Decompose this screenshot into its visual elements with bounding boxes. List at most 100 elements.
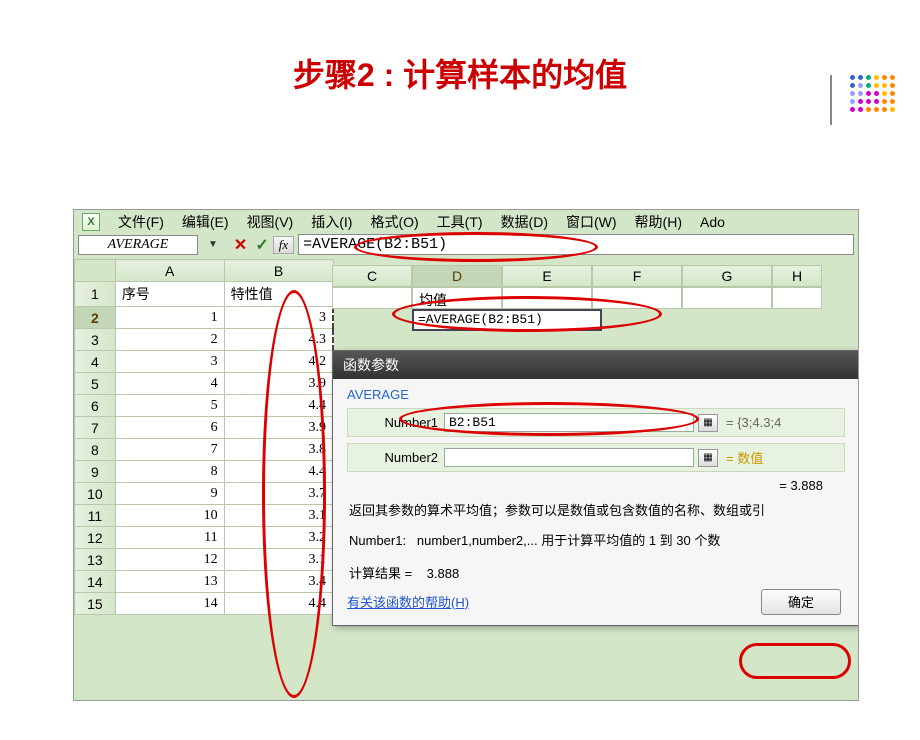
col-header-e[interactable]: E	[502, 265, 592, 287]
cell-b3[interactable]: 4.3	[224, 329, 333, 351]
fx-button[interactable]: fx	[273, 236, 294, 254]
col-headers-right: C D E F G H	[332, 265, 822, 287]
row-header-2[interactable]: 2	[75, 307, 116, 329]
cell-a1[interactable]: 序号	[115, 282, 224, 307]
cell-a4[interactable]: 3	[115, 351, 224, 373]
cell-a11[interactable]: 10	[115, 505, 224, 527]
menu-ado[interactable]: Ado	[700, 214, 725, 230]
row-header-11[interactable]: 11	[75, 505, 116, 527]
cell-h1[interactable]	[772, 287, 822, 309]
excel-window: X 文件(F) 编辑(E) 视图(V) 插入(I) 格式(O) 工具(T) 数据…	[73, 209, 859, 701]
row-header-13[interactable]: 13	[75, 549, 116, 571]
cell-b9[interactable]: 4.4	[224, 461, 333, 483]
formula-bar: AVERAGE ▼ ✕ ✓ fx =AVERAGE(B2:B51)	[74, 234, 858, 259]
menu-data[interactable]: 数据(D)	[501, 212, 548, 232]
arg2-eval: = 数值	[726, 448, 763, 467]
cell-b7[interactable]: 3.9	[224, 417, 333, 439]
row-header-10[interactable]: 10	[75, 483, 116, 505]
cell-a9[interactable]: 8	[115, 461, 224, 483]
cancel-formula-button[interactable]: ✕	[234, 235, 247, 255]
row1-right: 均值	[332, 287, 822, 309]
cell-d2-active[interactable]: =AVERAGE(B2:B51)	[412, 309, 602, 331]
cell-b10[interactable]: 3.7	[224, 483, 333, 505]
menubar: X 文件(F) 编辑(E) 视图(V) 插入(I) 格式(O) 工具(T) 数据…	[74, 210, 858, 234]
cell-a7[interactable]: 6	[115, 417, 224, 439]
row-header-1[interactable]: 1	[75, 282, 116, 307]
cell-b15[interactable]: 4.4	[224, 593, 333, 615]
arg2-label: Number2	[358, 450, 438, 465]
cell-a12[interactable]: 11	[115, 527, 224, 549]
cell-b11[interactable]: 3.1	[224, 505, 333, 527]
col-header-a[interactable]: A	[115, 260, 224, 282]
row-header-12[interactable]: 12	[75, 527, 116, 549]
cell-a15[interactable]: 14	[115, 593, 224, 615]
namebox-dropdown-icon[interactable]: ▼	[208, 239, 218, 250]
accept-formula-button[interactable]: ✓	[255, 235, 268, 255]
cell-b8[interactable]: 3.8	[224, 439, 333, 461]
argdesc-text: number1,number2,... 用于计算平均值的 1 到 30 个数	[417, 533, 720, 548]
dialog-function-name: AVERAGE	[347, 387, 845, 402]
row-header-6[interactable]: 6	[75, 395, 116, 417]
col-header-c[interactable]: C	[332, 265, 412, 287]
cell-b13[interactable]: 3.1	[224, 549, 333, 571]
arg1-collapse-button[interactable]: ▦	[698, 414, 718, 432]
cell-d1[interactable]: 均值	[412, 287, 502, 309]
row-header-5[interactable]: 5	[75, 373, 116, 395]
col-header-g[interactable]: G	[682, 265, 772, 287]
arg1-eval: = {3;4.3;4	[726, 415, 781, 430]
formula-input[interactable]: =AVERAGE(B2:B51)	[298, 234, 854, 255]
cell-b2[interactable]: 3	[224, 307, 333, 329]
row-header-4[interactable]: 4	[75, 351, 116, 373]
menu-format[interactable]: 格式(O)	[370, 212, 418, 232]
cell-a2[interactable]: 1	[115, 307, 224, 329]
annotation-ring-ok	[739, 643, 851, 679]
cell-b14[interactable]: 3.4	[224, 571, 333, 593]
cell-a13[interactable]: 12	[115, 549, 224, 571]
cell-f1[interactable]	[592, 287, 682, 309]
cell-a8[interactable]: 7	[115, 439, 224, 461]
dialog-preview: = 3.888	[369, 478, 823, 493]
row-header-15[interactable]: 15	[75, 593, 116, 615]
arg2-input[interactable]	[444, 448, 694, 467]
menu-tools[interactable]: 工具(T)	[437, 212, 483, 232]
cell-b5[interactable]: 3.9	[224, 373, 333, 395]
row-header-7[interactable]: 7	[75, 417, 116, 439]
menu-window[interactable]: 窗口(W)	[566, 212, 617, 232]
col-header-f[interactable]: F	[592, 265, 682, 287]
col-header-h[interactable]: H	[772, 265, 822, 287]
name-box[interactable]: AVERAGE	[78, 235, 198, 255]
cell-a5[interactable]: 4	[115, 373, 224, 395]
cell-e1[interactable]	[502, 287, 592, 309]
cell-g1[interactable]	[682, 287, 772, 309]
row-header-9[interactable]: 9	[75, 461, 116, 483]
row-header-3[interactable]: 3	[75, 329, 116, 351]
cell-a14[interactable]: 13	[115, 571, 224, 593]
arg1-input[interactable]	[444, 413, 694, 432]
menu-view[interactable]: 视图(V)	[247, 212, 294, 232]
cell-b4[interactable]: 4.2	[224, 351, 333, 373]
cell-a6[interactable]: 5	[115, 395, 224, 417]
cell-a3[interactable]: 2	[115, 329, 224, 351]
dialog-help-link[interactable]: 有关该函数的帮助(H)	[347, 595, 469, 610]
cell-b12[interactable]: 3.2	[224, 527, 333, 549]
worksheet-grid-left[interactable]: A B 1 序号 特性值 2 1 3 3 2 4.3 4 3 4.2 5 4 3…	[74, 259, 334, 615]
row-header-14[interactable]: 14	[75, 571, 116, 593]
col-header-b[interactable]: B	[224, 260, 333, 282]
cell-a10[interactable]: 9	[115, 483, 224, 505]
menu-insert[interactable]: 插入(I)	[311, 212, 352, 232]
arg2-collapse-button[interactable]: ▦	[698, 449, 718, 467]
menu-file[interactable]: 文件(F)	[118, 212, 164, 232]
cell-c1[interactable]	[332, 287, 412, 309]
cell-b1[interactable]: 特性值	[224, 282, 333, 307]
cell-b6[interactable]: 4.4	[224, 395, 333, 417]
dialog-description: 返回其参数的算术平均值；参数可以是数值或包含数值的名称、数组或引	[349, 501, 843, 522]
argdesc-name: Number1:	[349, 533, 406, 548]
col-header-d[interactable]: D	[412, 265, 502, 287]
row-header-8[interactable]: 8	[75, 439, 116, 461]
menu-edit[interactable]: 编辑(E)	[182, 212, 229, 232]
slide-title: 步骤2 : 计算样本的均值	[0, 50, 920, 96]
dialog-title: 函数参数	[333, 351, 859, 379]
ok-button[interactable]: 确定	[761, 589, 841, 615]
menu-help[interactable]: 帮助(H)	[635, 212, 682, 232]
select-all-corner[interactable]	[75, 260, 116, 282]
